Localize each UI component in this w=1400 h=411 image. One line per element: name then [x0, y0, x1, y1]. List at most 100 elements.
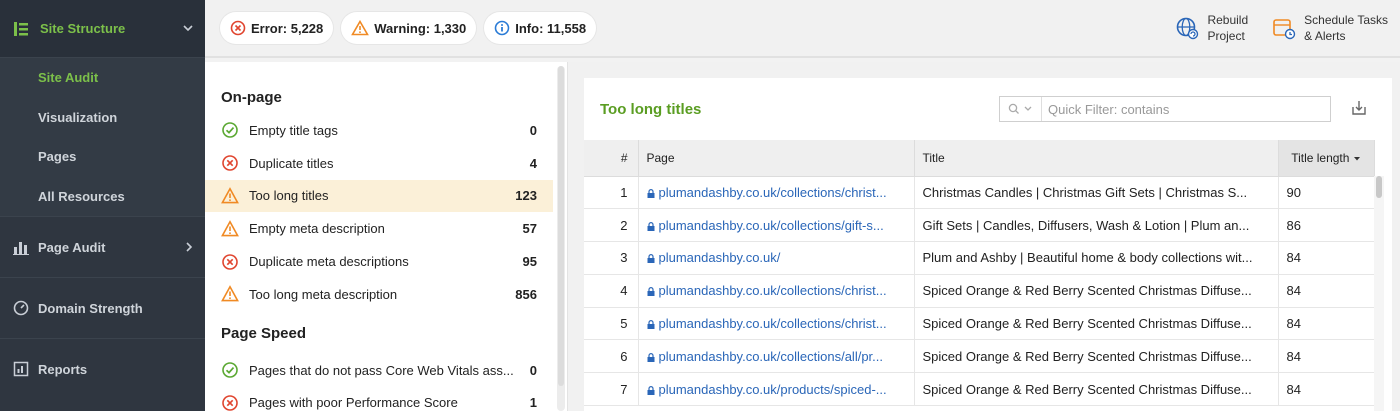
chevron-right-icon[interactable] — [185, 240, 193, 255]
sidebar-item-site-audit[interactable]: Site Audit — [0, 58, 205, 98]
title-length-cell: 84 — [1278, 274, 1375, 308]
issue-item[interactable]: Empty meta description 57 — [205, 212, 553, 245]
lock-icon — [647, 284, 655, 297]
page-url[interactable]: plumandashby.co.uk/collections/christ... — [659, 316, 887, 331]
issues-scrollbar[interactable] — [557, 66, 565, 411]
page-url[interactable]: plumandashby.co.uk/collections/christ... — [659, 185, 887, 200]
issue-item[interactable]: Pages that do not pass Core Web Vitals a… — [205, 354, 553, 387]
row-number: 7 — [584, 372, 639, 407]
page-link-cell[interactable]: plumandashby.co.uk/collections/christ... — [638, 274, 915, 308]
sidebar-section-page-audit[interactable]: Page Audit — [0, 216, 205, 277]
chevron-down-icon[interactable] — [183, 23, 193, 35]
page-url[interactable]: plumandashby.co.uk/products/spiced-... — [659, 382, 887, 397]
sidebar-section-site-structure[interactable]: Site Structure — [0, 0, 205, 58]
quick-filter-input[interactable] — [1042, 98, 1322, 120]
issue-count: 4 — [529, 155, 537, 171]
column-header-title[interactable]: Title — [914, 140, 1279, 177]
top-bar: Error: 5,228 Warning: 1,330 Info: 11,558… — [205, 0, 1400, 58]
table-row[interactable]: 5 plumandashby.co.uk/collections/christ..… — [584, 307, 1375, 341]
sidebar-item-visualization[interactable]: Visualization — [0, 98, 205, 138]
column-header-page[interactable]: Page — [638, 140, 915, 177]
issue-count: 0 — [529, 122, 537, 138]
bar-chart-icon — [12, 238, 30, 256]
page-link-cell[interactable]: plumandashby.co.uk/products/spiced-... — [638, 372, 915, 407]
sidebar-submenu: Site Audit Visualization Pages All Resou… — [0, 58, 205, 216]
site-structure-icon — [12, 20, 30, 38]
issue-label: Too long titles — [249, 188, 329, 204]
issue-count: 1 — [529, 395, 537, 411]
schedule-tasks-button[interactable]: Schedule Tasks & Alerts — [1272, 12, 1388, 44]
info-count-label: Info: 11,558 — [515, 20, 587, 36]
page-url[interactable]: plumandashby.co.uk/ — [659, 250, 781, 265]
search-dropdown-icon[interactable] — [1000, 97, 1042, 121]
error-icon — [221, 154, 239, 172]
issue-item[interactable]: Too long titles 123 — [205, 179, 553, 213]
sidebar-section-label: Domain Strength — [38, 300, 143, 316]
export-icon[interactable] — [1350, 99, 1368, 117]
page-url[interactable]: plumandashby.co.uk/collections/christ... — [659, 283, 887, 298]
issue-label: Pages that do not pass Core Web Vitals a… — [249, 362, 514, 378]
gauge-icon — [12, 299, 30, 317]
table-header-row: # Page Title Title length — [584, 140, 1375, 177]
sidebar-item-all-resources[interactable]: All Resources — [0, 177, 205, 217]
row-number: 4 — [584, 274, 639, 308]
rebuild-label-line2: Project — [1207, 29, 1245, 43]
page-url[interactable]: plumandashby.co.uk/collections/gift-s... — [659, 218, 884, 233]
scrollbar-thumb[interactable] — [558, 66, 564, 386]
info-icon — [494, 20, 510, 36]
rebuild-label-line1: Rebuild — [1207, 13, 1249, 27]
page-url[interactable]: plumandashby.co.uk/collections/all/pr... — [659, 349, 884, 364]
title-length-cell: 84 — [1278, 339, 1375, 374]
sort-desc-icon — [1353, 151, 1361, 165]
top-actions: Rebuild Project Schedule Tasks & Alerts — [1151, 12, 1388, 44]
table-row[interactable]: 1 plumandashby.co.uk/collections/christ..… — [584, 176, 1375, 210]
lock-icon — [647, 383, 655, 395]
issue-count: 856 — [515, 286, 537, 302]
sidebar-section-label: Site Structure — [40, 21, 126, 36]
column-header-num[interactable]: # — [584, 140, 639, 177]
title-cell: Christmas Candles | Christmas Gift Sets … — [914, 176, 1279, 210]
issue-item[interactable]: Duplicate titles 4 — [205, 147, 553, 180]
detail-card: Too long titles # Page Title Title lengt… — [584, 78, 1392, 411]
issues-panel: On-page Empty title tags 0 Duplicate title… — [205, 62, 568, 411]
issue-item[interactable]: Pages with poor Performance Score 1 — [205, 387, 553, 411]
table-row[interactable]: 6 plumandashby.co.uk/collections/all/pr..… — [584, 339, 1375, 374]
sidebar-section-reports[interactable]: Reports — [0, 338, 205, 399]
rebuild-project-button[interactable]: Rebuild Project — [1175, 12, 1248, 44]
row-number: 6 — [584, 339, 639, 374]
warning-filter-pill[interactable]: Warning: 1,330 — [341, 12, 477, 44]
issue-label: Empty meta description — [249, 221, 385, 237]
issue-item[interactable]: Empty title tags 0 — [205, 114, 553, 147]
table-row[interactable]: 3 plumandashby.co.uk/Plum and Ashby | Bea… — [584, 241, 1375, 275]
issue-label: Duplicate titles — [249, 155, 334, 171]
page-link-cell[interactable]: plumandashby.co.uk/ — [638, 241, 915, 275]
title-length-cell: 84 — [1278, 307, 1375, 341]
issue-label: Empty title tags — [249, 122, 338, 138]
table-row[interactable]: 4 plumandashby.co.uk/collections/christ..… — [584, 274, 1375, 308]
table-row[interactable]: 2 plumandashby.co.uk/collections/gift-s..… — [584, 208, 1375, 243]
page-link-cell[interactable]: plumandashby.co.uk/collections/gift-s... — [638, 208, 915, 243]
lock-icon — [647, 350, 655, 362]
issue-label: Duplicate meta descriptions — [249, 254, 409, 270]
column-header-title-length[interactable]: Title length — [1278, 140, 1375, 177]
check-circle-icon — [221, 121, 239, 139]
warning-icon — [221, 187, 239, 205]
table-scrollbar[interactable] — [1374, 176, 1384, 411]
title-length-cell: 86 — [1278, 208, 1375, 243]
scrollbar-thumb[interactable] — [1376, 176, 1382, 198]
schedule-calendar-icon — [1272, 16, 1296, 40]
sidebar-section-label: Page Audit — [38, 239, 106, 255]
page-link-cell[interactable]: plumandashby.co.uk/collections/all/pr... — [638, 339, 915, 374]
issue-item[interactable]: Duplicate meta descriptions 95 — [205, 245, 553, 278]
title-cell: Spiced Orange & Red Berry Scented Christ… — [914, 339, 1279, 374]
error-filter-pill[interactable]: Error: 5,228 — [220, 12, 334, 44]
page-link-cell[interactable]: plumandashby.co.uk/collections/christ... — [638, 176, 915, 210]
issue-item[interactable]: Too long meta description 856 — [205, 278, 553, 311]
error-icon — [221, 394, 239, 411]
sidebar-section-domain-strength[interactable]: Domain Strength — [0, 277, 205, 338]
info-filter-pill[interactable]: Info: 11,558 — [484, 12, 597, 44]
table-row[interactable]: 7 plumandashby.co.uk/products/spiced-... S… — [584, 372, 1375, 407]
page-link-cell[interactable]: plumandashby.co.uk/collections/christ... — [638, 307, 915, 341]
row-number: 1 — [584, 176, 639, 210]
sidebar-item-pages[interactable]: Pages — [0, 137, 205, 177]
